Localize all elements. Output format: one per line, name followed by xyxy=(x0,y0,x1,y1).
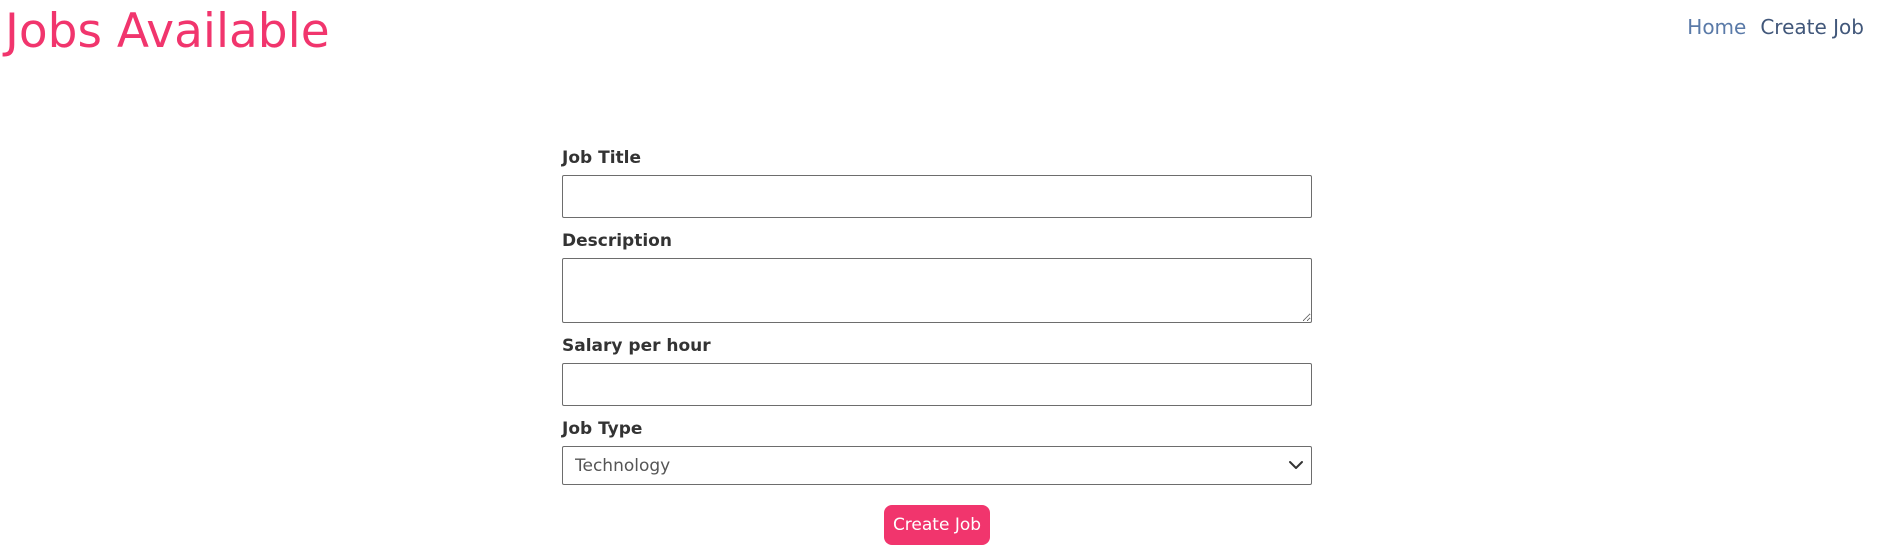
create-job-form: Job Title Description Salary per hour Jo… xyxy=(562,147,1312,545)
submit-row: Create Job xyxy=(562,505,1312,545)
top-nav: Home Create Job xyxy=(1687,13,1864,41)
job-title-label: Job Title xyxy=(562,148,641,168)
nav-home-link[interactable]: Home xyxy=(1687,13,1746,41)
job-type-label: Job Type xyxy=(562,419,643,439)
job-type-select[interactable]: Technology xyxy=(562,446,1312,485)
description-textarea[interactable] xyxy=(562,258,1312,323)
job-type-select-wrapper: Technology xyxy=(562,446,1312,485)
site-title: Jobs Available xyxy=(5,4,330,59)
salary-input[interactable] xyxy=(562,363,1312,406)
salary-label: Salary per hour xyxy=(562,336,711,356)
page-header: Jobs Available Home Create Job xyxy=(0,0,1882,80)
description-label: Description xyxy=(562,231,672,251)
nav-create-job-link[interactable]: Create Job xyxy=(1760,13,1864,41)
create-job-button[interactable]: Create Job xyxy=(883,505,991,545)
job-title-input[interactable] xyxy=(562,175,1312,218)
